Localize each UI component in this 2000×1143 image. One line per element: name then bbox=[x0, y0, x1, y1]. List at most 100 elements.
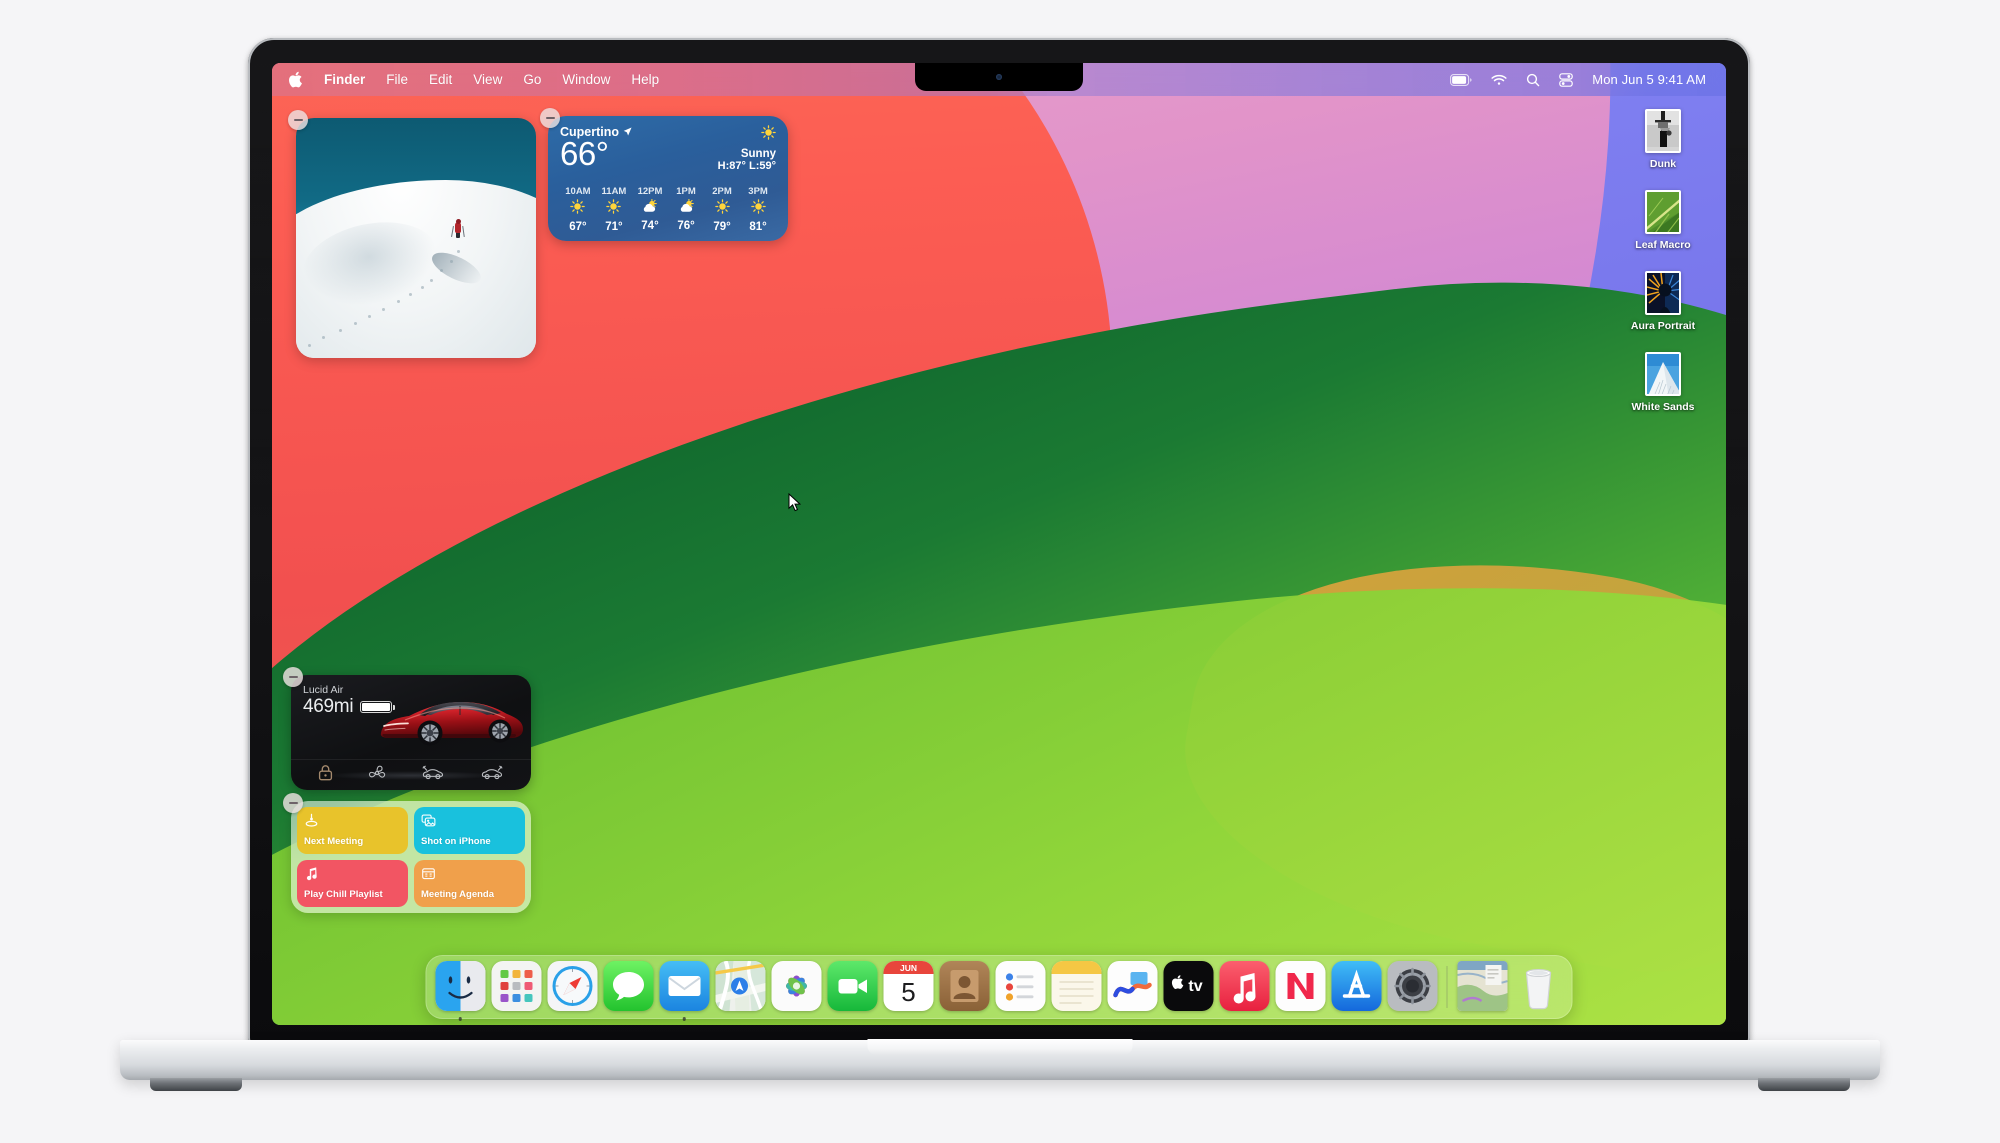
hour-temp: 71° bbox=[605, 221, 623, 233]
dock-item-contacts[interactable] bbox=[938, 960, 991, 1014]
dock-item-music[interactable] bbox=[1218, 960, 1271, 1014]
desktop-icon-aura-portrait[interactable]: Aura Portrait bbox=[1614, 271, 1712, 332]
white-sands-dune-photo bbox=[1645, 352, 1681, 396]
freeform-icon bbox=[1107, 960, 1157, 1011]
weather-high-low: H:87° L:59° bbox=[717, 160, 776, 172]
car-title: Lucid Air bbox=[303, 684, 344, 696]
shortcut-meeting-agenda[interactable]: Meeting Agenda bbox=[414, 860, 525, 907]
dock-item-reminders[interactable] bbox=[994, 960, 1047, 1014]
desktop-icon-label: White Sands bbox=[1631, 401, 1695, 413]
menu-item-edit[interactable]: Edit bbox=[429, 72, 452, 87]
photos-widget-remove-button[interactable] bbox=[288, 110, 308, 130]
menu-item-help[interactable]: Help bbox=[631, 72, 659, 87]
shortcut-next-meeting[interactable]: Next Meeting bbox=[297, 807, 408, 854]
appletv-icon: tv bbox=[1163, 960, 1213, 1011]
contacts-icon bbox=[939, 960, 989, 1011]
facetime-camera bbox=[996, 74, 1002, 80]
dock-item-safari[interactable] bbox=[546, 960, 599, 1014]
weather-widget-remove-button[interactable] bbox=[540, 108, 560, 128]
shortcuts-widget-remove-button[interactable] bbox=[283, 793, 303, 813]
wallpaper-band-orange bbox=[1159, 509, 1726, 1002]
dock-item-notes[interactable] bbox=[1050, 960, 1103, 1014]
fan-icon[interactable] bbox=[368, 764, 386, 787]
arrow-cursor-icon bbox=[788, 492, 802, 512]
weather-temperature: 66° bbox=[560, 135, 609, 172]
weather-hour-item: 11AM 71° bbox=[596, 186, 632, 233]
cloud-sun-icon bbox=[678, 198, 695, 218]
sun-icon bbox=[570, 199, 586, 219]
dock-item-news[interactable] bbox=[1274, 960, 1327, 1014]
dock-item-system-settings[interactable] bbox=[1386, 960, 1439, 1014]
control-center-icon[interactable] bbox=[1559, 72, 1574, 87]
search-icon[interactable] bbox=[1526, 73, 1540, 87]
wifi-icon[interactable] bbox=[1491, 74, 1507, 86]
trunk-icon[interactable] bbox=[480, 765, 504, 785]
system-settings-icon bbox=[1387, 960, 1437, 1011]
desktop-icon-label: Dunk bbox=[1649, 158, 1677, 170]
hour-temp: 79° bbox=[713, 221, 731, 233]
hour-time: 12PM bbox=[637, 186, 663, 197]
desktop-icon-dunk[interactable]: Dunk bbox=[1614, 109, 1712, 170]
reminders-icon bbox=[995, 960, 1045, 1011]
dock-item-downloads-stack[interactable] bbox=[1456, 960, 1509, 1014]
dock-item-launchpad[interactable] bbox=[490, 960, 543, 1014]
appstore-icon bbox=[1331, 960, 1381, 1011]
safari-icon bbox=[547, 960, 597, 1011]
hour-temp: 81° bbox=[749, 221, 767, 233]
apple-logo-icon[interactable] bbox=[288, 71, 303, 88]
menu-item-finder[interactable]: Finder bbox=[324, 72, 365, 87]
desktop-icon-white-sands[interactable]: White Sands bbox=[1614, 352, 1712, 413]
weather-hour-item: 10AM 67° bbox=[560, 186, 596, 233]
dock-item-maps[interactable] bbox=[714, 960, 767, 1014]
menu-item-window[interactable]: Window bbox=[562, 72, 610, 87]
hour-time: 11AM bbox=[601, 186, 627, 197]
launchpad-icon bbox=[491, 960, 541, 1011]
dock-item-facetime[interactable] bbox=[826, 960, 879, 1014]
frunk-icon[interactable] bbox=[421, 765, 445, 785]
weather-hour-item: 1PM 76° bbox=[668, 186, 704, 233]
menu-item-go[interactable]: Go bbox=[523, 72, 541, 87]
desktop-icon-column: Dunk Leaf Macro Aura Portrait White Sand… bbox=[1614, 109, 1712, 433]
location-arrow-icon bbox=[623, 125, 632, 139]
car-range: 469mi bbox=[303, 696, 354, 717]
running-indicator bbox=[682, 1017, 686, 1021]
dock-item-trash[interactable] bbox=[1512, 961, 1565, 1014]
desktop-icon-label: Aura Portrait bbox=[1630, 320, 1696, 332]
running-indicator bbox=[458, 1017, 462, 1021]
macbook-base bbox=[120, 1039, 1880, 1098]
desktop-icon-label: Leaf Macro bbox=[1635, 239, 1691, 251]
desktop-icon-leaf-macro[interactable]: Leaf Macro bbox=[1614, 190, 1712, 251]
dock-item-photos[interactable] bbox=[770, 960, 823, 1014]
battery-icon[interactable] bbox=[1450, 73, 1472, 86]
menubar-clock[interactable]: Mon Jun 5 9:41 AM bbox=[1592, 72, 1706, 87]
shortcut-label: Next Meeting bbox=[304, 836, 364, 848]
dock-item-finder[interactable] bbox=[434, 960, 487, 1021]
dock-item-messages[interactable] bbox=[602, 960, 655, 1014]
weather-widget[interactable]: Cupertino 66° Sunny H:87° L:59° 10AM 67°… bbox=[540, 108, 788, 241]
dock-item-calendar[interactable]: JUN 5 bbox=[882, 960, 935, 1014]
photos-icon bbox=[771, 960, 821, 1011]
notes-icon bbox=[1051, 960, 1101, 1011]
lock-icon[interactable] bbox=[318, 764, 333, 786]
sun-icon bbox=[750, 199, 766, 219]
cloud-sun-icon bbox=[641, 198, 658, 218]
photos-widget[interactable] bbox=[288, 110, 536, 358]
mail-icon bbox=[659, 960, 709, 1011]
shortcut-play-chill-playlist[interactable]: Play Chill Playlist bbox=[297, 860, 408, 907]
menu-item-view[interactable]: View bbox=[473, 72, 502, 87]
menu-item-file[interactable]: File bbox=[386, 72, 408, 87]
sun-icon bbox=[606, 199, 622, 219]
dock-item-mail[interactable] bbox=[658, 960, 711, 1021]
car-widget[interactable]: Lucid Air 469mi bbox=[283, 667, 531, 790]
desktop-screen: Finder File Edit View Go Window Help Mon… bbox=[272, 63, 1726, 1025]
dock-item-app-store[interactable] bbox=[1330, 960, 1383, 1014]
weather-hourly-forecast: 10AM 67° 11AM 71° 12PM 74° 1PM 76° 2PM 7… bbox=[560, 183, 776, 233]
macbook-foot-left bbox=[150, 1078, 242, 1091]
facetime-icon bbox=[827, 960, 877, 1011]
car-action-row bbox=[291, 759, 531, 790]
shortcuts-widget[interactable]: Next Meeting Shot on iPhone Play Chill P… bbox=[283, 793, 531, 913]
dock-item-apple-tv[interactable]: tv bbox=[1162, 960, 1215, 1014]
shortcut-shot-on-iphone[interactable]: Shot on iPhone bbox=[414, 807, 525, 854]
car-widget-remove-button[interactable] bbox=[283, 667, 303, 687]
dock-item-freeform[interactable] bbox=[1106, 960, 1159, 1014]
